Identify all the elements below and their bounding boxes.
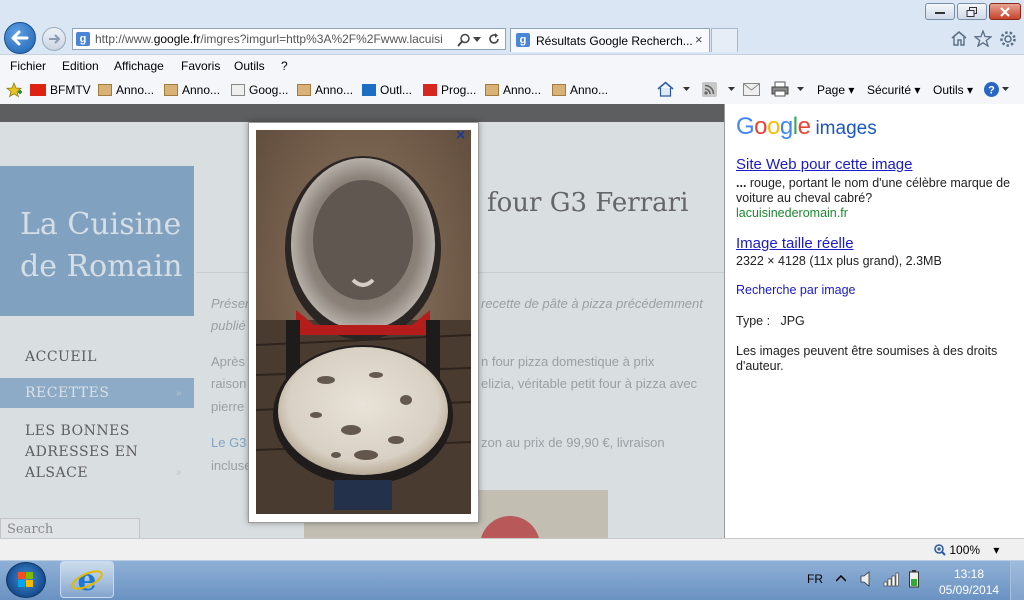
- add-favorite-star-icon[interactable]: [6, 82, 22, 98]
- fav-anno-3[interactable]: Anno...: [297, 83, 353, 97]
- favorites-bar: BFMTV Anno... Anno... Goog... Anno... Ou…: [0, 76, 1024, 105]
- back-button[interactable]: [4, 22, 36, 54]
- speaker-icon[interactable]: [860, 571, 874, 587]
- system-clock[interactable]: 13:18 05/09/2014: [939, 566, 999, 598]
- menu-favoris[interactable]: Favoris: [181, 59, 220, 73]
- site-web-link[interactable]: Site Web pour cette image: [736, 156, 912, 173]
- dropdown-arrow-icon[interactable]: [683, 87, 690, 92]
- status-bar: 100% ▾: [0, 538, 1024, 560]
- language-indicator[interactable]: FR: [807, 572, 823, 586]
- package-icon: [98, 84, 112, 96]
- dropdown-arrow-icon[interactable]: [797, 87, 804, 92]
- search-by-image-link[interactable]: Recherche par image: [736, 283, 856, 297]
- popup-close-icon[interactable]: ×: [456, 127, 465, 145]
- image-dimensions: 2322 × 4128 (11x plus grand), 2.3MB: [736, 254, 942, 268]
- internet-explorer-icon: e: [71, 563, 103, 597]
- dropdown-arrow-icon[interactable]: [728, 87, 735, 92]
- menu-outils[interactable]: Outils: [234, 59, 265, 73]
- minimize-button[interactable]: [925, 3, 955, 20]
- rss-feed-icon[interactable]: [702, 82, 717, 97]
- fav-goog[interactable]: Goog...: [231, 83, 288, 97]
- battery-icon[interactable]: [909, 570, 919, 588]
- home-icon[interactable]: [950, 30, 968, 46]
- fav-prog[interactable]: Prog...: [423, 83, 476, 97]
- taskbar-internet-explorer[interactable]: e: [60, 561, 114, 598]
- package-icon: [485, 84, 499, 96]
- google-logo-letter: G: [736, 113, 755, 140]
- mail-icon[interactable]: [743, 83, 760, 96]
- tab-google-results[interactable]: g Résultats Google Recherch... ×: [510, 28, 710, 52]
- telerama-icon: [423, 84, 437, 96]
- zoom-icon: [934, 544, 946, 556]
- fav-anno-4[interactable]: Anno...: [485, 83, 541, 97]
- show-hidden-icons-icon[interactable]: [836, 575, 846, 582]
- refresh-icon[interactable]: [487, 32, 501, 46]
- menu-bar: Fichier Edition Affichage Favoris Outils…: [0, 54, 1024, 77]
- network-icon[interactable]: [883, 571, 899, 587]
- home-icon[interactable]: [657, 81, 674, 97]
- help-icon[interactable]: ?: [983, 81, 1000, 98]
- menu-fichier[interactable]: Fichier: [10, 59, 46, 73]
- show-desktop-button[interactable]: [1010, 561, 1024, 600]
- zoom-control[interactable]: 100% ▾: [934, 543, 999, 557]
- google-favicon-icon: g: [76, 32, 90, 46]
- address-bar[interactable]: g http://www.google.fr/imgres?imgurl=htt…: [72, 28, 506, 50]
- full-size-image-link[interactable]: Image taille réelle: [736, 235, 854, 252]
- google-images-logo[interactable]: Google images: [736, 113, 877, 141]
- dropdown-arrow-icon[interactable]: [473, 37, 481, 43]
- print-icon[interactable]: [771, 81, 789, 97]
- back-arrow-icon: [11, 30, 29, 46]
- svg-text:e: e: [77, 563, 96, 597]
- new-tab-button[interactable]: [711, 28, 738, 52]
- google-logo-letter: g: [779, 113, 793, 140]
- bfmtv-icon: [30, 84, 46, 96]
- favorites-star-icon[interactable]: [974, 30, 992, 47]
- package-icon: [297, 84, 311, 96]
- google-logo-letter: o: [754, 113, 768, 140]
- settings-gear-icon[interactable]: [999, 30, 1017, 48]
- google-logo-letter: o: [767, 113, 780, 140]
- copyright-notice: Les images peuvent être soumises à des d…: [736, 344, 998, 373]
- fav-anno-2[interactable]: Anno...: [164, 83, 220, 97]
- clock-date: 05/09/2014: [939, 583, 1000, 597]
- image-snippet: ... rouge, portant le nom d'une célèbre …: [736, 176, 1011, 205]
- site-domain: lacuisinederomain.fr: [736, 206, 848, 220]
- menu-help[interactable]: ?: [281, 59, 288, 73]
- page-menu[interactable]: Page ▾: [817, 83, 854, 97]
- tools-menu[interactable]: Outils ▾: [933, 83, 973, 97]
- google-logo-letter: e: [797, 113, 811, 140]
- menu-affichage[interactable]: Affichage: [114, 59, 164, 73]
- google-logo-text: Google: [736, 113, 811, 140]
- pizza-oven-photo[interactable]: [256, 130, 471, 514]
- svg-text:?: ?: [988, 85, 995, 97]
- package-icon: [552, 84, 566, 96]
- fav-anno-5[interactable]: Anno...: [552, 83, 608, 97]
- address-url[interactable]: http://www.google.fr/imgres?imgurl=http%…: [95, 32, 455, 46]
- windows-logo-icon: [18, 572, 33, 587]
- fav-bfmtv[interactable]: BFMTV: [30, 83, 91, 97]
- google-favicon-icon: g: [516, 33, 530, 47]
- close-icon: [1000, 6, 1010, 17]
- news-icon: [231, 84, 245, 96]
- start-button[interactable]: [6, 562, 46, 598]
- outlook-icon: [362, 84, 376, 96]
- fav-outlook[interactable]: Outl...: [362, 83, 412, 97]
- tab-close-icon[interactable]: ×: [695, 32, 703, 47]
- close-window-button[interactable]: [989, 3, 1021, 20]
- fav-anno-1[interactable]: Anno...: [98, 83, 154, 97]
- restore-icon: [966, 6, 977, 17]
- tab-title: Résultats Google Recherch...: [536, 34, 693, 48]
- menu-edition[interactable]: Edition: [62, 59, 99, 73]
- restore-button[interactable]: [957, 3, 987, 20]
- forward-arrow-icon: [49, 34, 61, 44]
- minimize-icon: [935, 11, 945, 14]
- forward-button[interactable]: [42, 27, 66, 51]
- dropdown-arrow-icon[interactable]: [1002, 87, 1009, 92]
- package-icon: [164, 84, 178, 96]
- security-menu[interactable]: Sécurité ▾: [867, 83, 920, 97]
- image-type: Type : JPG: [736, 314, 805, 328]
- clock-time: 13:18: [953, 567, 985, 581]
- search-icon[interactable]: [457, 33, 471, 47]
- logo-subtitle: images: [815, 118, 877, 139]
